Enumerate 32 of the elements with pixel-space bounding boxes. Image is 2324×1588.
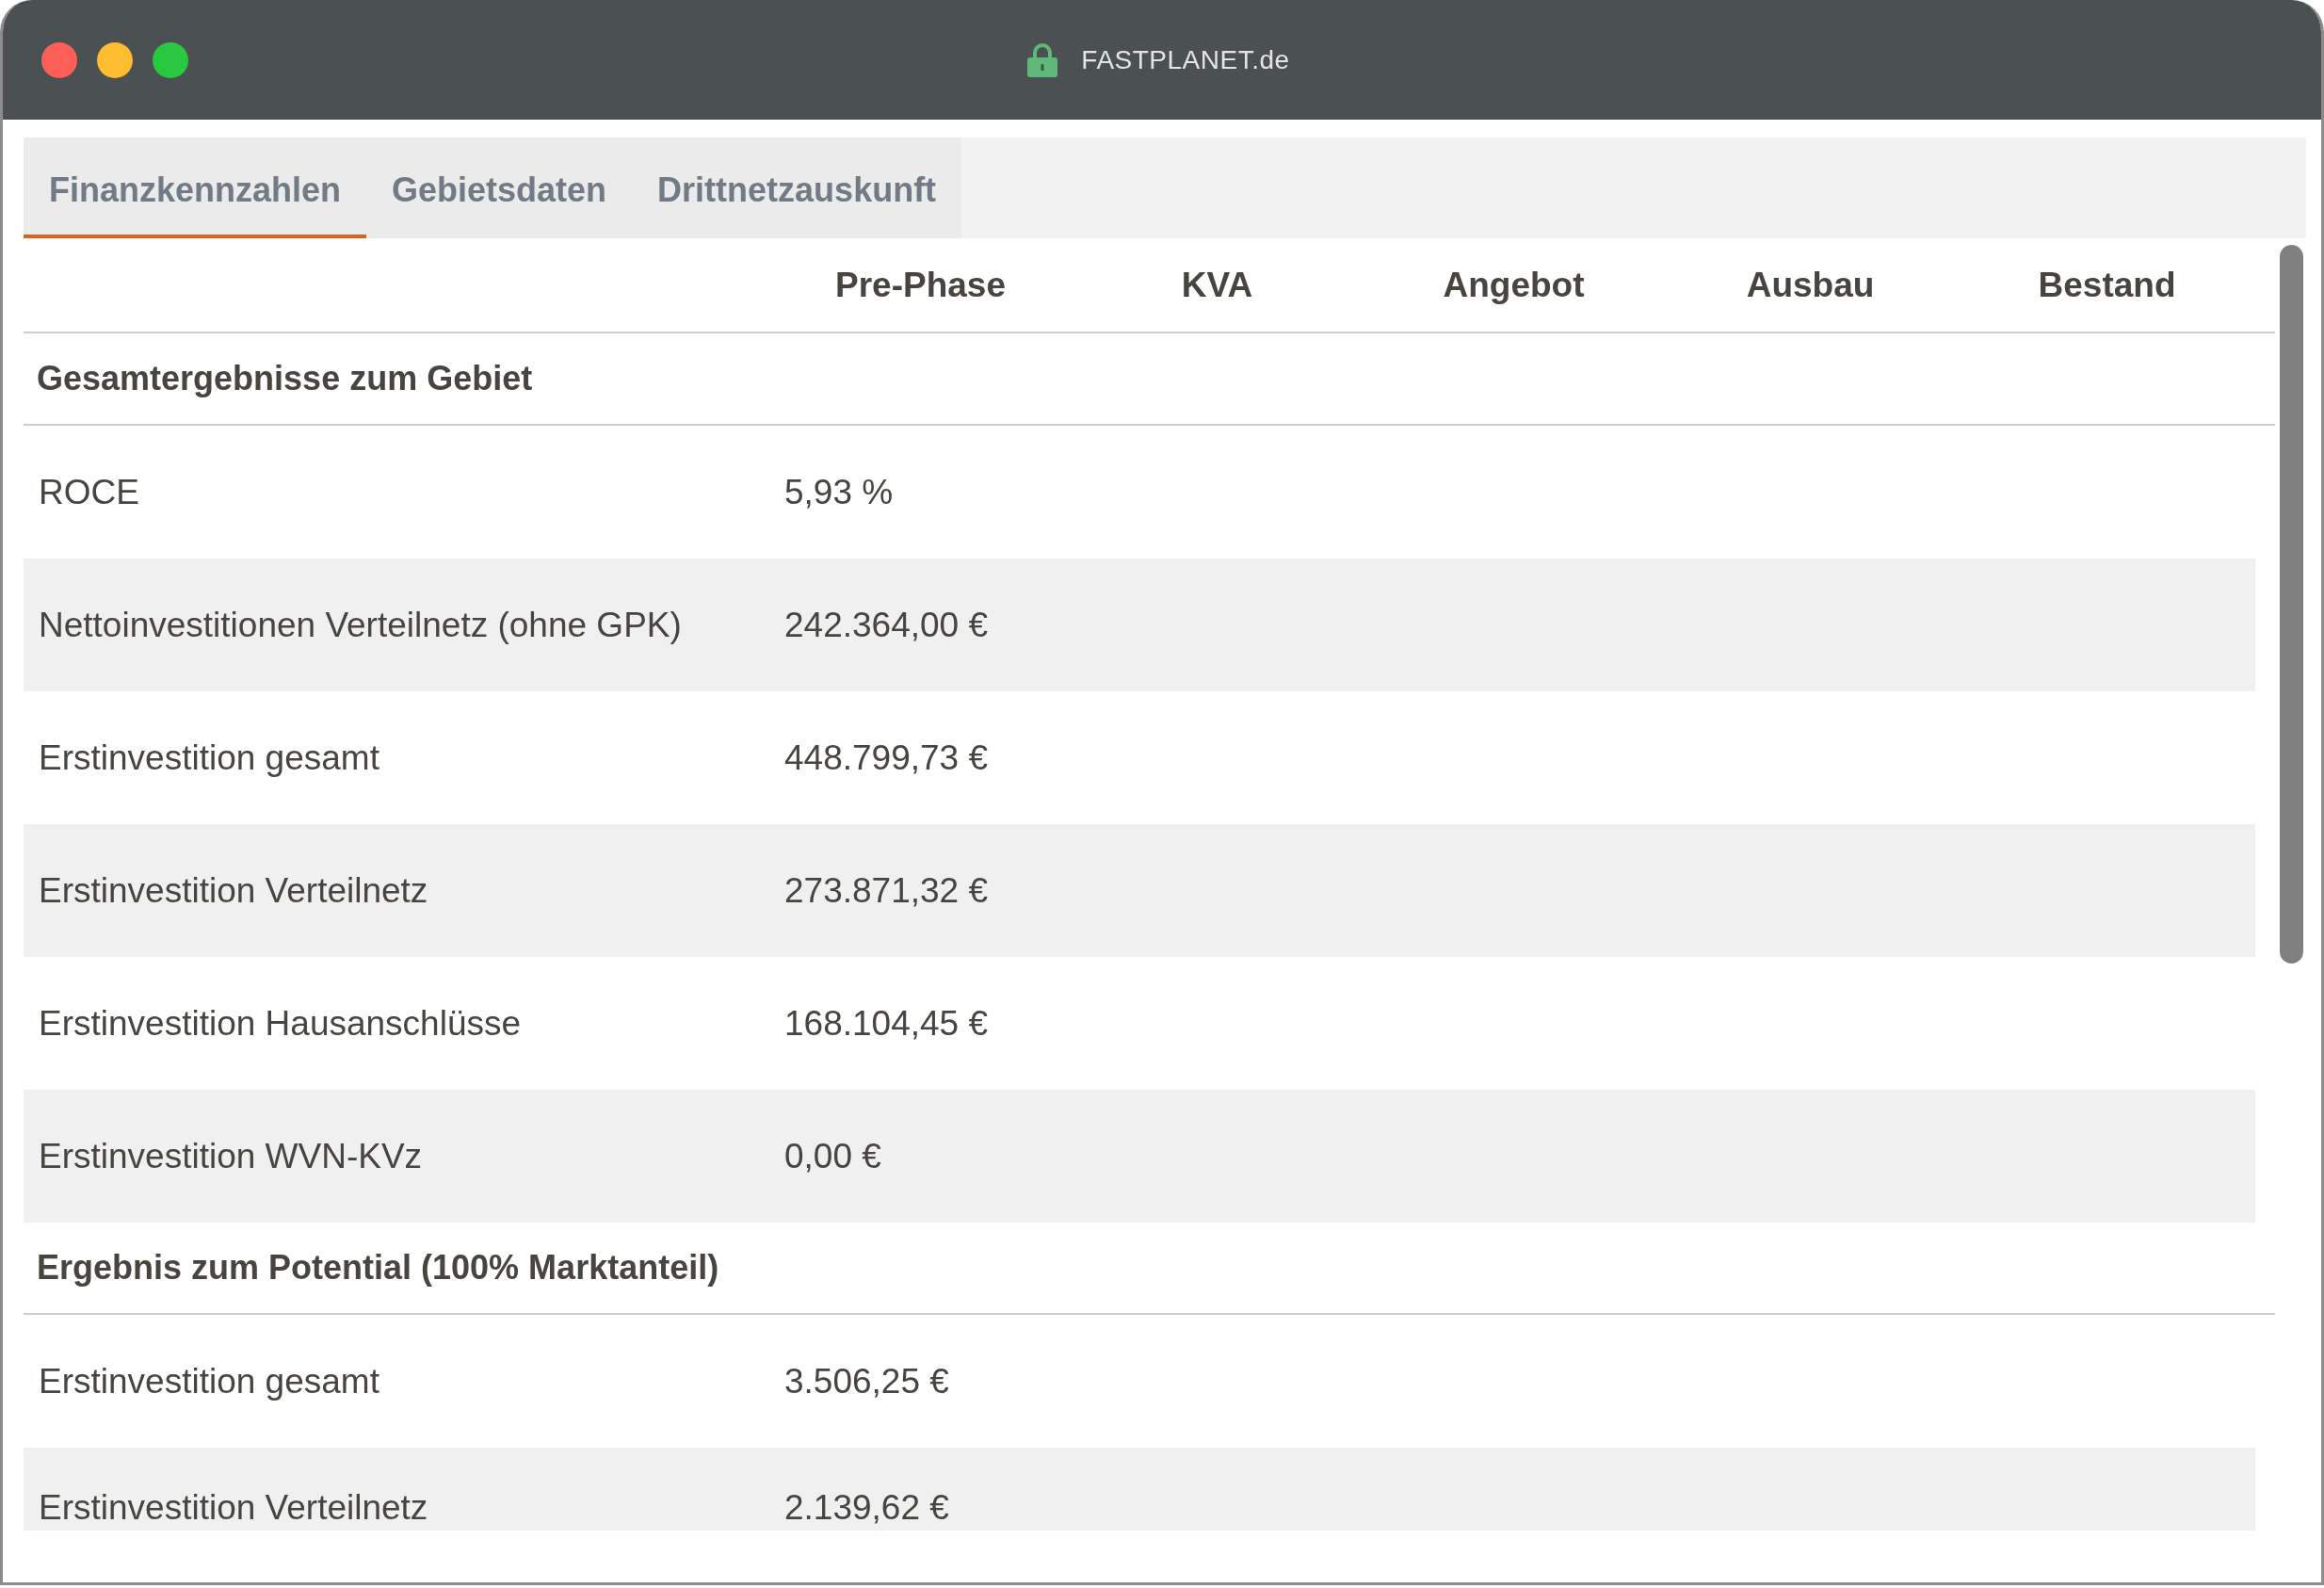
table-cell: 168.104,45 € xyxy=(784,1004,989,1043)
row-label: ROCE xyxy=(39,473,139,511)
row-label: Erstinvestition Hausanschlüsse xyxy=(39,1004,522,1043)
table-cell: 242.364,00 € xyxy=(784,606,989,644)
window-title: FASTPLANET.de xyxy=(1081,43,1290,76)
tab[interactable]: Finanzkennzahlen xyxy=(24,138,367,238)
tab[interactable]: Gebietsdaten xyxy=(366,138,633,238)
table-cell: 5,93 % xyxy=(784,473,894,511)
scrollbar-thumb[interactable] xyxy=(2280,245,2303,964)
table-cell: 0,00 € xyxy=(784,1137,881,1175)
column-header: Bestand xyxy=(2038,264,2176,306)
maximize-button[interactable] xyxy=(153,42,188,78)
column-header: Ausbau xyxy=(1746,264,1875,306)
minimize-button[interactable] xyxy=(97,42,133,78)
table-cell: 273.871,32 € xyxy=(784,871,989,910)
section-heading: Gesamtergebnisse zum Gebiet xyxy=(37,358,533,399)
row-label: Erstinvestition WVN-KVz xyxy=(39,1137,423,1175)
lock-icon xyxy=(1026,42,1059,77)
table-cell: 448.799,73 € xyxy=(784,738,989,777)
tab[interactable]: Drittnetzauskunft xyxy=(632,138,962,238)
close-button[interactable] xyxy=(41,42,77,78)
column-header: Pre-Phase xyxy=(835,264,1006,306)
column-header: Angebot xyxy=(1443,264,1585,306)
column-header: KVA xyxy=(1181,264,1253,306)
row-label: Erstinvestition gesamt xyxy=(39,738,379,777)
row-label: Nettoinvestitionen Verteilnetz (ohne GPK) xyxy=(39,606,682,644)
row-label: Erstinvestition gesamt xyxy=(39,1362,379,1401)
table-cell: 2.139,62 € xyxy=(784,1488,949,1527)
table-cell: 3.506,25 € xyxy=(784,1362,949,1401)
row-label: Erstinvestition Verteilnetz xyxy=(39,871,428,910)
section-heading: Ergebnis zum Potential (100% Marktanteil) xyxy=(37,1247,719,1288)
row-label: Erstinvestition Verteilnetz xyxy=(39,1488,428,1527)
